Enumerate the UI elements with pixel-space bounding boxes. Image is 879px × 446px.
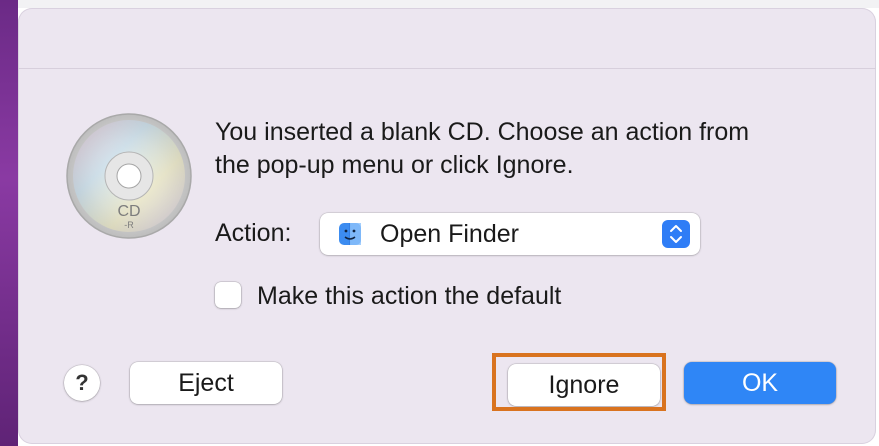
help-button[interactable]: ? [64, 365, 100, 401]
ignore-highlight-box [492, 353, 666, 411]
action-label: Action: [215, 219, 292, 247]
default-action-checkbox-label[interactable]: Make this action the default [257, 281, 561, 311]
titlebar-divider [18, 68, 876, 69]
cd-label-sub: -R [124, 220, 134, 230]
ok-button[interactable]: OK [684, 362, 836, 404]
dialog-message: You inserted a blank CD. Choose an actio… [215, 116, 855, 182]
cd-label-main: CD [117, 203, 140, 220]
updown-chevron-icon [662, 220, 690, 248]
window-behind [18, 0, 879, 8]
message-line-2: the pop-up menu or click Ignore. [215, 151, 574, 179]
action-popup-menu[interactable]: Open Finder [320, 213, 700, 255]
finder-icon [339, 223, 361, 245]
desktop-background [0, 0, 18, 446]
cd-r-disc-icon: CD -R [66, 113, 192, 239]
default-action-checkbox[interactable] [215, 282, 241, 308]
eject-button[interactable]: Eject [130, 362, 282, 404]
message-line-1: You inserted a blank CD. Choose an actio… [215, 118, 750, 146]
blank-cd-dialog: CD -R You inserted a blank CD. Choose an… [18, 8, 876, 444]
popup-selected-value: Open Finder [380, 220, 519, 248]
